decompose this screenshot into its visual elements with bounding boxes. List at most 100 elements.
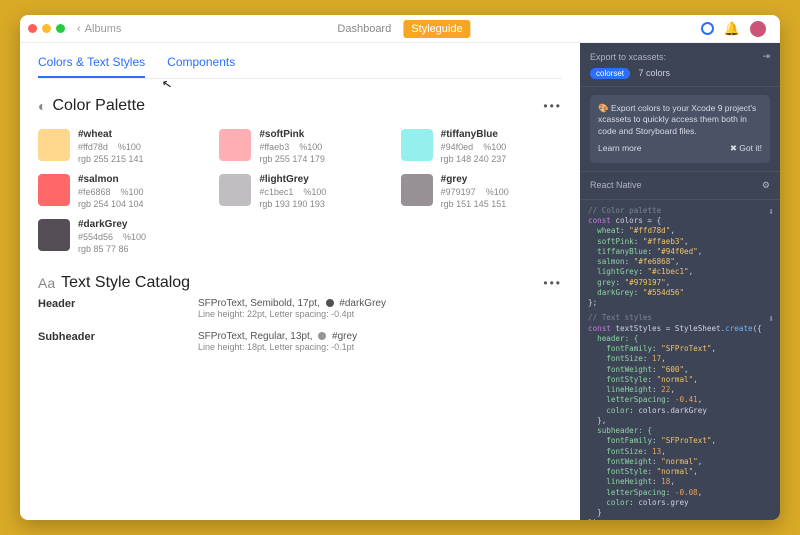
main-pane: Colors & Text Styles Components ↖ ◐ Colo… xyxy=(20,43,580,520)
textstyle-more-icon[interactable]: ••• xyxy=(543,276,562,290)
swatch-rgb: rgb 255 174 179 xyxy=(259,154,325,164)
learn-more-link[interactable]: Learn more xyxy=(598,143,641,154)
swatch-row[interactable]: #lightGrey#c1bec1%100rgb 193 190 193 xyxy=(219,174,380,209)
traffic-lights xyxy=(28,24,65,33)
palette-grid: #wheat #ffd78d %100 rgb 255 215 141 #softPin… xyxy=(38,129,562,254)
textstyle-section-head: Aa Text Style Catalog ••• xyxy=(38,274,562,292)
color-swatch xyxy=(38,174,70,206)
sync-status-icon[interactable] xyxy=(701,22,714,35)
bell-icon[interactable]: 🔔 xyxy=(724,21,740,37)
tabs: Colors & Text Styles Components xyxy=(38,55,562,79)
export-banner: 🎨 Export colors to your Xcode 9 project'… xyxy=(590,95,770,163)
download-icon[interactable]: ⬇ xyxy=(768,206,774,220)
textstyle-rows: HeaderSFProText, Semibold, 17pt, #darkGr… xyxy=(38,292,562,358)
palette-title: Color Palette xyxy=(52,97,145,115)
swatch-hex: #c1bec1 xyxy=(259,187,293,197)
chevron-left-icon: ‹ xyxy=(77,23,81,35)
swatch-name: #tiffanyBlue xyxy=(441,129,507,140)
swatch-meta: #tiffanyBlue #94f0ed %100 rgb 148 240 237 xyxy=(441,129,507,164)
swatch-pct: %100 xyxy=(123,232,146,242)
swatch-rgb: rgb 255 215 141 xyxy=(78,154,144,164)
colorset-count: 7 colors xyxy=(639,68,671,78)
colorset-pill[interactable]: colorset xyxy=(590,68,630,79)
nav-styleguide[interactable]: Styleguide xyxy=(403,20,470,38)
swatch-hex: #554d56 xyxy=(78,232,113,242)
swatch-row[interactable]: #darkGrey#554d56%100rgb 85 77 86 xyxy=(38,219,199,254)
color-swatch xyxy=(219,129,251,161)
top-right: 🔔 xyxy=(701,21,772,37)
rn-section-head[interactable]: React Native ⚙ xyxy=(580,172,780,200)
export-title: Export to xcassets: xyxy=(590,52,666,62)
text-icon: Aa xyxy=(38,275,55,291)
swatch-pct: %100 xyxy=(486,187,509,197)
palette-more-icon[interactable]: ••• xyxy=(543,99,562,113)
minimize-icon[interactable] xyxy=(42,24,51,33)
export-arrow-icon[interactable]: ⇥ xyxy=(762,51,770,62)
swatch-pct: %100 xyxy=(483,142,506,152)
color-swatch xyxy=(219,174,251,206)
tab-colors-text-styles[interactable]: Colors & Text Styles xyxy=(38,55,145,78)
avatar[interactable] xyxy=(750,21,766,37)
code-colors: ⬇// Color palette const colors = { wheat… xyxy=(580,200,780,308)
swatch-rgb: rgb 193 190 193 xyxy=(259,199,326,209)
text-style-section: Aa Text Style Catalog ••• HeaderSFProTex… xyxy=(38,274,562,358)
zoom-icon[interactable] xyxy=(56,24,65,33)
swatch-row[interactable]: #softPink #ffaeb3 %100 rgb 255 174 179 xyxy=(219,129,380,164)
textstyle-row[interactable]: HeaderSFProText, Semibold, 17pt, #darkGr… xyxy=(38,292,562,325)
swatch-hex: #fe6868 xyxy=(78,187,111,197)
settings-icon[interactable]: ⚙ xyxy=(762,180,770,191)
color-swatch xyxy=(401,129,433,161)
swatch-name: #grey xyxy=(441,174,509,185)
swatch-hex: #94f0ed xyxy=(441,142,474,152)
side-panel: Export to xcassets: ⇥ colorset 7 colors … xyxy=(580,43,780,520)
swatch-pct: %100 xyxy=(299,142,322,152)
palette-icon: ◐ xyxy=(38,98,46,114)
code-textstyles: ⬇// Text styles const textStyles = Style… xyxy=(580,307,780,520)
back-label: Albums xyxy=(85,23,122,35)
close-icon[interactable] xyxy=(28,24,37,33)
swatch-name: #salmon xyxy=(78,174,144,185)
swatch-name: #softPink xyxy=(259,129,325,140)
got-it-button[interactable]: ✖ Got it! xyxy=(730,143,762,154)
swatch-meta: #salmon #fe6868 %100 rgb 254 104 104 xyxy=(78,174,144,209)
download-icon[interactable]: ⬇ xyxy=(768,313,774,327)
swatch-name: #wheat xyxy=(78,129,144,140)
swatch-hex: #ffaeb3 xyxy=(259,142,289,152)
swatch-hex: #ffd78d xyxy=(78,142,108,152)
textstyle-title: Text Style Catalog xyxy=(61,274,190,292)
textstyle-detail: Line height: 22pt, Letter spacing: -0.4p… xyxy=(198,309,562,319)
swatch-row[interactable]: #salmon #fe6868 %100 rgb 254 104 104 xyxy=(38,174,199,209)
top-nav: Dashboard Styleguide xyxy=(329,20,470,38)
swatch-meta: #darkGrey#554d56%100rgb 85 77 86 xyxy=(78,219,146,254)
textstyle-name: Header xyxy=(38,298,198,319)
textstyle-spec: SFProText, Semibold, 17pt, #darkGrey xyxy=(198,298,562,309)
color-swatch xyxy=(38,129,70,161)
banner-text: 🎨 Export colors to your Xcode 9 project'… xyxy=(598,103,762,137)
swatch-meta: #lightGrey#c1bec1%100rgb 193 190 193 xyxy=(259,174,326,209)
textstyle-name: Subheader xyxy=(38,331,198,352)
swatch-pct: %100 xyxy=(303,187,326,197)
back-nav[interactable]: ‹ Albums xyxy=(77,23,121,35)
nav-dashboard[interactable]: Dashboard xyxy=(329,20,399,38)
export-section: Export to xcassets: ⇥ colorset 7 colors xyxy=(580,43,780,87)
swatch-meta: #wheat #ffd78d %100 rgb 255 215 141 xyxy=(78,129,144,164)
tab-components[interactable]: Components xyxy=(167,55,235,78)
swatch-row[interactable]: #grey#979197%100rgb 151 145 151 xyxy=(401,174,562,209)
rn-title: React Native xyxy=(590,180,642,190)
titlebar: ‹ Albums Dashboard Styleguide 🔔 xyxy=(20,15,780,43)
swatch-pct: %100 xyxy=(118,142,141,152)
swatch-meta: #grey#979197%100rgb 151 145 151 xyxy=(441,174,509,209)
swatch-name: #darkGrey xyxy=(78,219,146,230)
swatch-rgb: rgb 254 104 104 xyxy=(78,199,144,209)
swatch-meta: #softPink #ffaeb3 %100 rgb 255 174 179 xyxy=(259,129,325,164)
swatch-pct: %100 xyxy=(121,187,144,197)
textstyle-detail: Line height: 18pt, Letter spacing: -0.1p… xyxy=(198,342,562,352)
app-window: ‹ Albums Dashboard Styleguide 🔔 Colors &… xyxy=(20,15,780,520)
swatch-row[interactable]: #tiffanyBlue #94f0ed %100 rgb 148 240 237 xyxy=(401,129,562,164)
swatch-rgb: rgb 151 145 151 xyxy=(441,199,509,209)
textstyle-row[interactable]: SubheaderSFProText, Regular, 13pt, #grey… xyxy=(38,325,562,358)
color-swatch xyxy=(401,174,433,206)
swatch-row[interactable]: #wheat #ffd78d %100 rgb 255 215 141 xyxy=(38,129,199,164)
color-swatch xyxy=(38,219,70,251)
swatch-rgb: rgb 148 240 237 xyxy=(441,154,507,164)
